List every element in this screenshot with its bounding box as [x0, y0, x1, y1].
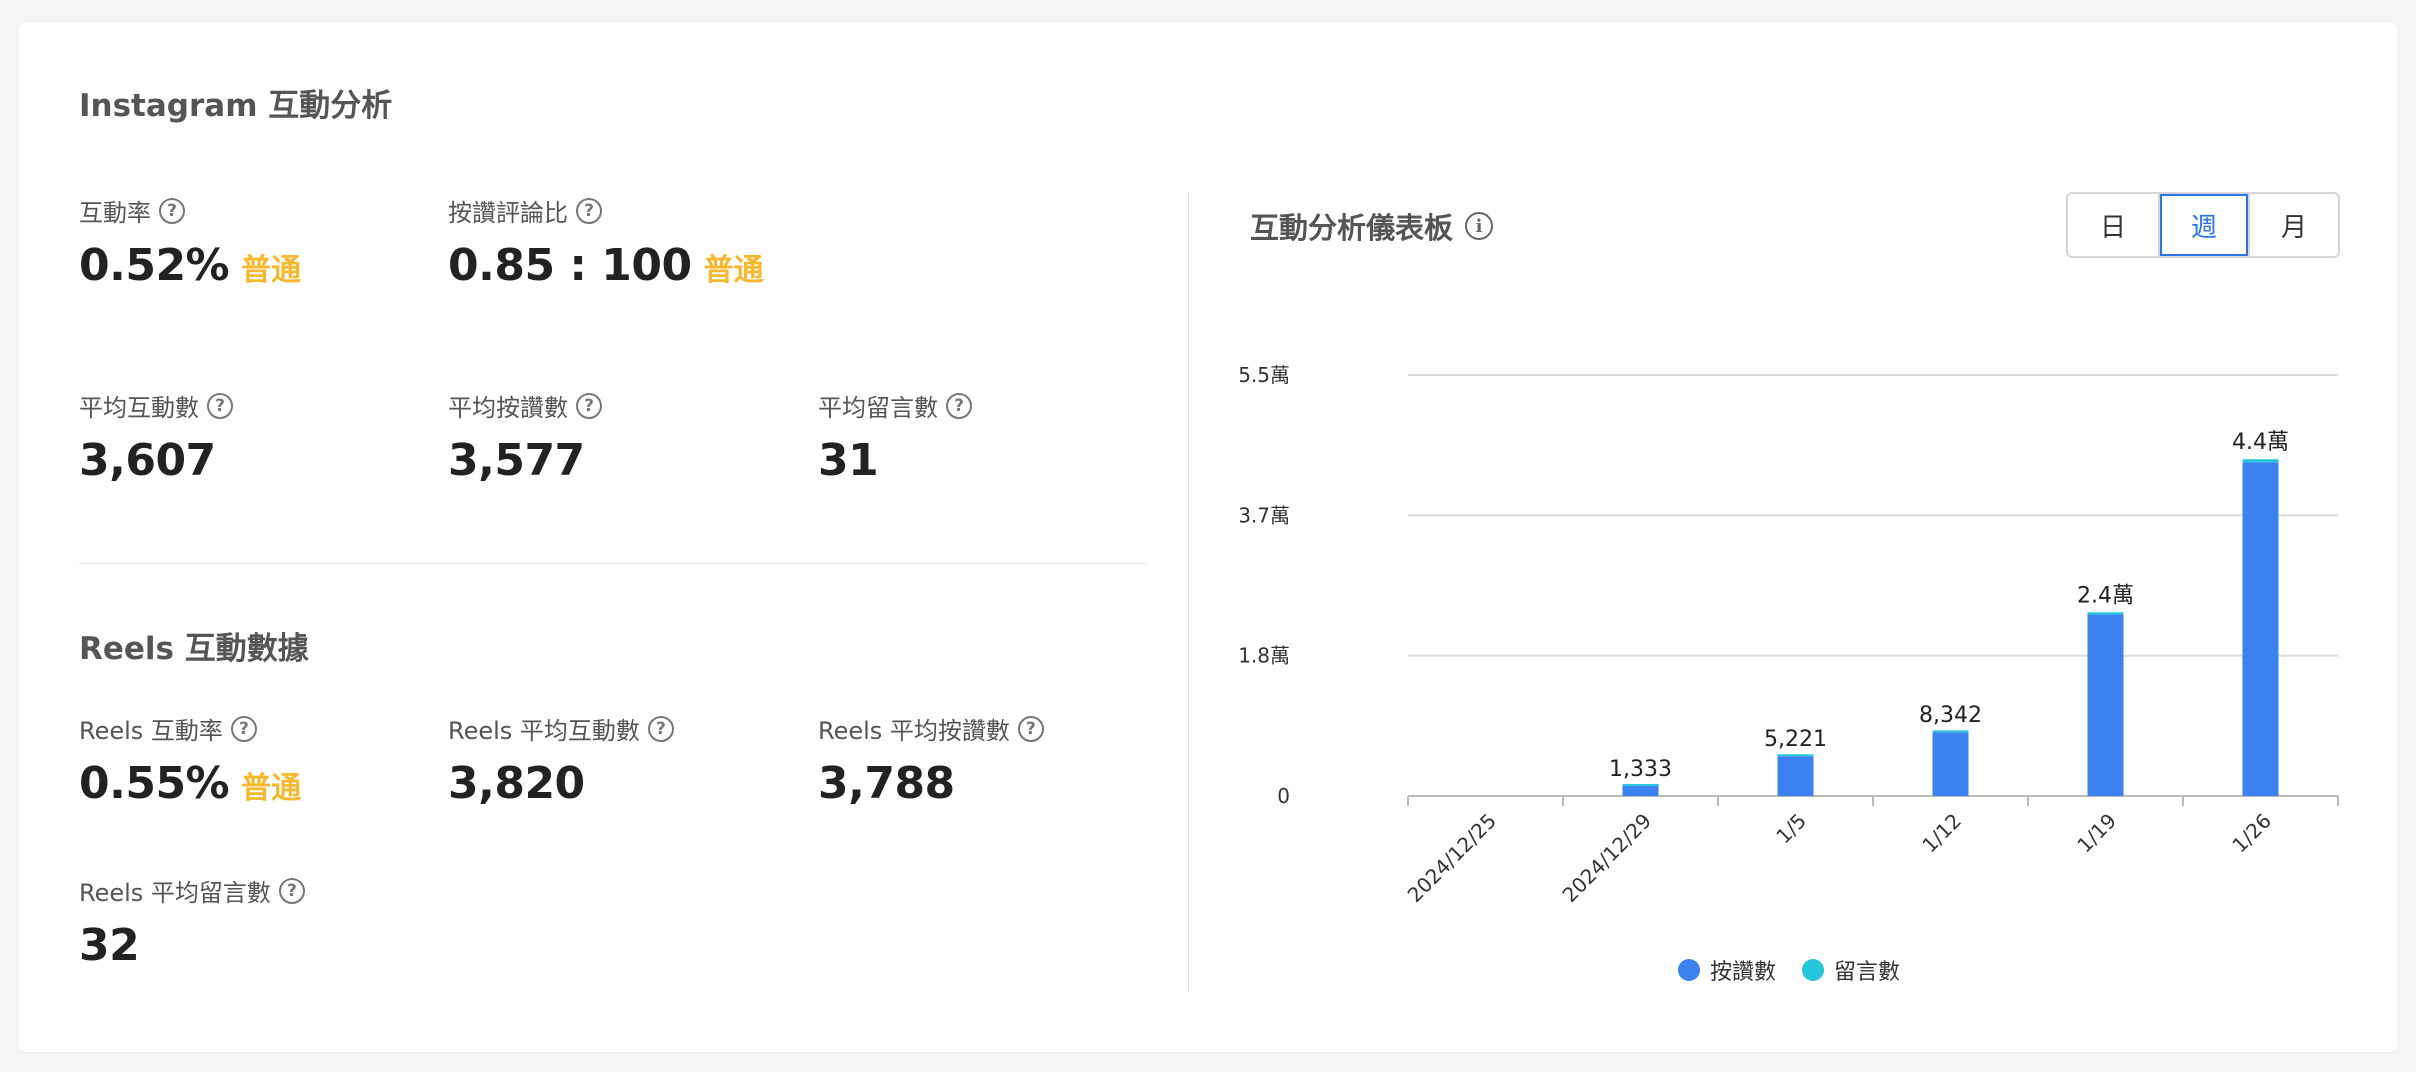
bar-comments: [1777, 754, 1814, 757]
period-day-button[interactable]: 日: [2068, 194, 2158, 256]
metric-value: 32: [79, 920, 140, 971]
metric-value: 0.85 : 100: [448, 240, 692, 291]
metric-label: Reels 平均互動數: [448, 717, 640, 745]
metric-reels-avg-comments: Reels 平均留言數? 32: [79, 873, 305, 971]
legend-item-comments[interactable]: 留言數: [1802, 954, 1900, 986]
metric-label: Reels 平均留言數: [79, 879, 271, 907]
status-badge: 普通: [703, 253, 764, 288]
bar-comments: [1932, 730, 1969, 733]
section-divider: [79, 563, 1147, 564]
help-icon[interactable]: ?: [946, 392, 972, 419]
bar-comments: [2087, 612, 2124, 615]
metric-label: 平均互動數: [79, 394, 199, 422]
y-tick-label: 0: [1277, 784, 1290, 808]
x-tick-label: 2024/12/25: [1403, 809, 1501, 907]
panel-divider: [1188, 192, 1189, 992]
metric-value: 3,788: [818, 758, 955, 809]
metric-label: 按讚評論比: [448, 199, 568, 227]
help-icon[interactable]: ?: [576, 197, 602, 224]
metric-value: 0.52%: [79, 240, 230, 291]
reels-section-title: Reels 互動數據: [79, 631, 309, 667]
x-tick-label: 1/19: [2072, 809, 2121, 858]
data-label: 4.4萬: [2232, 430, 2289, 455]
period-month-button[interactable]: 月: [2248, 194, 2338, 256]
legend-dot-comments: [1802, 959, 1825, 981]
x-tick-label: 1/26: [2227, 809, 2276, 858]
y-tick-label: 3.7萬: [1240, 503, 1290, 527]
metric-label: Reels 平均按讚數: [818, 717, 1010, 745]
data-label: 1,333: [1609, 757, 1672, 782]
metric-avg-engagement: 平均互動數? 3,607: [79, 388, 233, 486]
dashboard-title: 互動分析儀表板 i: [1250, 205, 1494, 247]
data-label: 2.4萬: [2077, 583, 2134, 608]
y-tick-label: 5.5萬: [1240, 363, 1290, 387]
legend-dot-likes: [1678, 959, 1700, 981]
bar-likes: [2087, 614, 2124, 796]
help-icon[interactable]: ?: [207, 392, 233, 419]
data-label: 5,221: [1764, 727, 1827, 752]
metric-reels-avg-engagement: Reels 平均互動數? 3,820: [448, 711, 674, 809]
help-icon[interactable]: ?: [159, 197, 185, 224]
status-badge: 普通: [241, 253, 302, 288]
bar-likes: [1622, 785, 1659, 796]
metric-value: 0.55%: [79, 758, 230, 809]
metric-value: 31: [818, 435, 879, 486]
dashboard-title-text: 互動分析儀表板: [1250, 211, 1454, 245]
bar-comments: [2242, 459, 2279, 463]
help-icon[interactable]: ?: [230, 715, 257, 742]
metric-value: 3,607: [79, 435, 216, 486]
metric-reels-engagement-rate: Reels 互動率? 0.55% 普通: [79, 711, 301, 809]
help-icon[interactable]: ?: [647, 715, 674, 742]
period-toggle: 日 週 月: [2066, 192, 2340, 258]
metric-engagement-rate: 互動率? 0.52% 普通: [79, 193, 301, 291]
status-badge: 普通: [241, 771, 302, 806]
metric-label: 平均按讚數: [448, 394, 568, 422]
bar-likes: [2242, 462, 2279, 796]
metric-label: 互動率: [79, 199, 151, 227]
legend-label-comments: 留言數: [1834, 960, 1901, 985]
metric-value: 3,820: [448, 758, 585, 809]
x-tick-label: 1/5: [1771, 809, 1811, 849]
legend-item-likes[interactable]: 按讚數: [1678, 954, 1776, 986]
y-tick-label: 1.8萬: [1240, 644, 1290, 668]
metric-avg-comments: 平均留言數? 31: [818, 388, 972, 486]
legend-label-likes: 按讚數: [1710, 960, 1777, 985]
x-tick-label: 1/12: [1917, 809, 1966, 858]
help-icon[interactable]: ?: [1017, 715, 1044, 742]
metric-like-comment-ratio: 按讚評論比? 0.85 : 100 普通: [448, 193, 764, 291]
metric-value: 3,577: [448, 435, 585, 486]
metric-reels-avg-likes: Reels 平均按讚數? 3,788: [818, 711, 1044, 809]
help-icon[interactable]: ?: [278, 877, 305, 904]
bar-comments: [1622, 783, 1659, 786]
bar-likes: [1777, 756, 1814, 796]
page-title: Instagram 互動分析: [79, 88, 393, 124]
info-icon[interactable]: i: [1465, 212, 1494, 240]
engagement-bar-chart: 0 1.8萬 3.7萬 5.5萬 2024/12/25 1,333 2024/12/29 5,…: [1240, 363, 2339, 907]
metric-avg-likes: 平均按讚數? 3,577: [448, 388, 602, 486]
period-week-button[interactable]: 週: [2158, 194, 2248, 256]
metric-label: Reels 互動率: [79, 717, 223, 745]
bar-likes: [1932, 732, 1969, 796]
data-label: 8,342: [1919, 703, 1982, 728]
metric-label: 平均留言數: [818, 394, 938, 422]
x-tick-label: 2024/12/29: [1558, 809, 1656, 907]
chart-legend: 按讚數 留言數: [1678, 954, 1900, 986]
help-icon[interactable]: ?: [576, 392, 602, 419]
